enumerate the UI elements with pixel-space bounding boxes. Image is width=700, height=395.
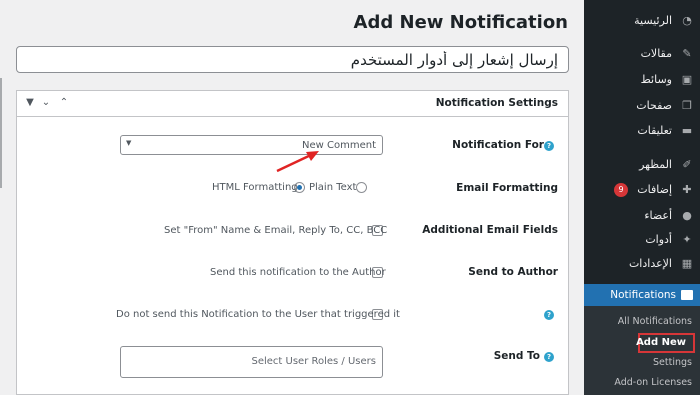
sidebar-item-label: الرئيسية — [634, 14, 672, 27]
sidebar-item-posts[interactable]: ✎ مقالات — [584, 44, 700, 66]
update-count-badge: 9 — [614, 183, 628, 197]
main-content: Add New Notification ▼ ⌄ ⌃ Notification … — [0, 0, 584, 395]
chevron-up-icon[interactable]: ⌃ — [57, 96, 71, 110]
plugins-icon: ✚ — [682, 183, 692, 196]
sidebar-item-label: مقالات — [640, 47, 672, 60]
left-edge-strip — [0, 78, 2, 188]
users-icon: ● — [682, 209, 692, 222]
pin-icon: ✎ — [682, 47, 692, 60]
sidebar-item-dashboard[interactable]: ◔ الرئيسية — [584, 11, 700, 33]
sidebar-item-label: أدوات — [645, 233, 672, 246]
settings-icon: ▦ — [681, 257, 693, 270]
do-not-send-checkbox-label: Do not send this Notification to the Use… — [116, 309, 400, 320]
sidebar-item-appearance[interactable]: ✐ المظهر — [584, 155, 700, 177]
comments-icon: ▬ — [681, 124, 693, 137]
notification-settings-panel: ▼ ⌄ ⌃ Notification Settings Notification… — [16, 90, 569, 395]
sidebar-item-users[interactable]: ● أعضاء — [584, 206, 700, 228]
help-icon[interactable]: ? — [544, 141, 554, 151]
mail-icon — [681, 290, 693, 300]
sidebar-item-label: أعضاء — [644, 209, 672, 222]
sidebar-item-pages[interactable]: ❐ صفحات — [584, 96, 700, 118]
plain-text-radio[interactable] — [356, 182, 367, 193]
pages-icon: ❐ — [682, 99, 692, 112]
appearance-icon: ✐ — [682, 158, 692, 171]
send-to-author-label: Send to Author — [468, 266, 558, 278]
submenu-add-new[interactable]: Add New — [636, 333, 695, 353]
send-to-author-checkbox-label: Send this notification to the Author — [210, 267, 386, 278]
sidebar-item-settings[interactable]: ▦ الإعدادات — [584, 254, 700, 276]
tools-icon: ✦ — [682, 233, 692, 246]
notification-title-input[interactable] — [16, 46, 569, 73]
additional-email-fields-label: Additional Email Fields — [422, 224, 558, 236]
active-indicator — [578, 289, 584, 301]
send-to-select[interactable]: Select User Roles / Users — [120, 346, 383, 378]
select-arrow-icon: ▼ — [126, 139, 132, 147]
submenu-addon-licenses[interactable]: Add-on Licenses — [614, 377, 692, 388]
help-icon[interactable]: ? — [544, 310, 554, 320]
sidebar-item-notifications[interactable]: Notifications — [578, 284, 700, 306]
send-to-placeholder: Select User Roles / Users — [251, 356, 377, 367]
sidebar-item-comments[interactable]: ▬ تعليقات — [584, 121, 700, 143]
page-title: Add New Notification — [353, 12, 568, 33]
sidebar-item-label: الإعدادات — [628, 257, 672, 270]
panel-header: ▼ ⌄ ⌃ Notification Settings — [17, 91, 568, 117]
dashboard-icon: ◔ — [682, 14, 692, 27]
help-icon[interactable]: ? — [544, 352, 554, 362]
chevron-down-icon[interactable]: ⌄ — [39, 96, 53, 110]
from-fields-checkbox-label: Set "From" Name & Email, Reply To, CC, B… — [164, 225, 388, 236]
sidebar-item-label: وسائط — [640, 73, 672, 86]
panel-title: Notification Settings — [435, 97, 558, 109]
notification-for-select[interactable]: ▼ New Comment — [120, 135, 383, 155]
wp-admin-screen: Add New Notification ▼ ⌄ ⌃ Notification … — [0, 0, 700, 395]
sidebar-item-tools[interactable]: ✦ أدوات — [584, 230, 700, 252]
submenu-settings[interactable]: Settings — [653, 357, 692, 368]
sidebar-item-label: إضافات — [637, 183, 672, 196]
submenu-add-new-label: Add New — [636, 337, 686, 348]
sidebar-item-label: Notifications — [610, 289, 676, 301]
sidebar-item-label: المظهر — [639, 158, 672, 171]
submenu-all-notifications[interactable]: All Notifications — [618, 316, 692, 327]
notification-for-label: Notification For — [452, 139, 544, 151]
send-to-label: Send To — [493, 350, 540, 362]
plain-text-label: Plain Text — [309, 182, 357, 193]
sidebar-item-label: تعليقات — [637, 124, 672, 137]
sidebar-item-media[interactable]: ▣ وسائط — [584, 70, 700, 92]
triangle-down-icon[interactable]: ▼ — [23, 96, 37, 110]
html-formatting-label: HTML Formatting — [212, 182, 298, 193]
email-formatting-label: Email Formatting — [456, 182, 558, 194]
sidebar-item-plugins[interactable]: ✚ إضافات 9 — [584, 180, 700, 202]
media-icon: ▣ — [681, 73, 693, 86]
annotation-arrow — [276, 151, 319, 173]
sidebar-item-label: صفحات — [636, 99, 672, 112]
